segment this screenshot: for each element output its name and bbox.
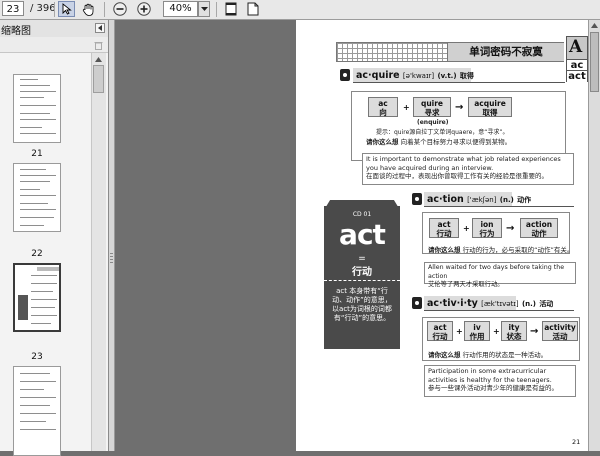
arrow-operator: →: [506, 223, 515, 234]
entry-number-icon: [412, 297, 422, 309]
scroll-up-icon[interactable]: [589, 20, 600, 31]
plus-operator: +: [456, 327, 463, 336]
sidebar-title: 缩略图: [1, 26, 31, 37]
variant-word: (enquire): [417, 119, 449, 126]
formula-part: acquire 取得: [468, 97, 512, 117]
formula-part: ity 状态: [501, 321, 527, 341]
memory-note: 请你这么想 向着某个目标努力寻求以便得到某物。: [366, 138, 512, 146]
formula-part: iv 作用: [464, 321, 490, 341]
cd-track-label: CD 01: [352, 211, 372, 218]
formula-part: ac 向: [368, 97, 398, 117]
sidebar-toolbar: [0, 37, 108, 53]
thumbnail-page-24[interactable]: [13, 366, 61, 456]
select-arrow-icon[interactable]: [58, 1, 75, 17]
fit-page-icon[interactable]: [222, 1, 239, 17]
zoom-in-icon[interactable]: [135, 1, 152, 17]
fit-width-icon[interactable]: [244, 1, 261, 17]
plus-operator: +: [493, 327, 500, 336]
thumbnail-page-22[interactable]: [13, 163, 61, 232]
zoom-out-icon[interactable]: [111, 1, 128, 17]
root-act-panel: CD 01 act = 行动 act 本身带有“行 动、动作”的意思， 以act…: [324, 206, 400, 349]
page-number: 21: [572, 438, 581, 446]
entry-number-icon: [340, 69, 350, 81]
thumbnail-label: 23: [31, 352, 43, 362]
sidebar-scroll-thumb[interactable]: [93, 65, 104, 93]
toolbar-divider: [104, 2, 105, 17]
document-page: 单词密码不寂寞 A ac act ac·quire [ə'kwaɪr] (v.t…: [296, 20, 588, 451]
zoom-dropdown-icon[interactable]: [198, 1, 210, 17]
formula-part: activity 活动: [542, 321, 578, 341]
toolbar-divider: [216, 2, 217, 17]
sidebar-scrollbar[interactable]: [91, 53, 106, 451]
total-pages-label: / 396: [30, 3, 56, 14]
viewer-scrollbar[interactable]: [588, 20, 600, 451]
page-number-input[interactable]: 23: [2, 1, 24, 16]
toolbar-divider: [54, 2, 55, 17]
plus-operator: +: [463, 224, 470, 233]
example-sentence: It is important to demonstrate what job …: [366, 155, 561, 180]
alphabet-tab: A ac act: [566, 36, 588, 82]
zoom-level-input[interactable]: 40%: [163, 1, 198, 17]
formula-part: action 动作: [520, 218, 558, 238]
memory-note: 请你这么想 行动作用的状态是一种活动。: [428, 351, 548, 359]
root-meaning: 行动: [352, 267, 372, 278]
header-grid-decoration: [336, 42, 448, 62]
toolbar: 23 / 396 40%: [0, 0, 600, 20]
tab-word: act: [567, 70, 587, 82]
root-description: act 本身带有“行 动、动作”的意思， 以act为词根的词都 有“行动”的意思…: [332, 287, 392, 322]
formula-hint: 提示：quire源自拉丁文单词quaere，意“寻求”。: [376, 129, 509, 136]
root-divider: [324, 280, 400, 281]
thumbnail-label: 22: [31, 249, 43, 259]
hand-tool-icon[interactable]: [80, 1, 97, 17]
root-word: act: [339, 218, 386, 251]
formula-part: quire 寻求: [413, 97, 451, 117]
scroll-up-icon[interactable]: [93, 54, 104, 64]
viewer-scroll-thumb[interactable]: [590, 32, 599, 92]
arrow-operator: →: [530, 326, 539, 337]
headword-acquire: ac·quire [ə'kwaɪr] (v.t.) 取得: [356, 70, 474, 81]
sidebar-header: 缩略图: [0, 20, 108, 38]
thumbnail-page-23-selected[interactable]: [13, 263, 61, 332]
formula-part: act 行动: [427, 321, 453, 341]
formula-part: ion 行为: [472, 218, 502, 238]
headword-action: ac·tion ['ækʃən] (n.) 动作: [427, 194, 532, 205]
arrow-operator: →: [455, 102, 464, 113]
tab-letter: A: [569, 37, 583, 57]
entry-number-icon: [412, 193, 422, 205]
entry-heading-rule: [424, 206, 574, 207]
plus-operator: +: [403, 103, 410, 112]
headword-activity: ac·tiv·i·ty [æk'tɪvətɪ] (n.) 活动: [427, 298, 554, 309]
entry-heading-rule: [424, 310, 574, 311]
thumbnail-page-21[interactable]: [13, 74, 61, 143]
entry-heading-rule: [353, 82, 565, 83]
formula-part: act 行动: [429, 218, 459, 238]
example-sentence: Allen waited for two days before taking …: [428, 264, 565, 288]
collapse-sidebar-icon[interactable]: [95, 23, 105, 33]
page-header-title: 单词密码不寂寞: [448, 42, 564, 62]
delete-icon[interactable]: [94, 40, 103, 53]
memory-note: 请你这么想 行动的行为，必与采取的“动作”有关。: [428, 246, 574, 254]
thumbnail-sidebar: 缩略图 21 22 23: [0, 20, 109, 456]
thumbnail-label: 21: [31, 149, 43, 159]
example-sentence: Participation in some extracurricular ac…: [428, 367, 558, 392]
